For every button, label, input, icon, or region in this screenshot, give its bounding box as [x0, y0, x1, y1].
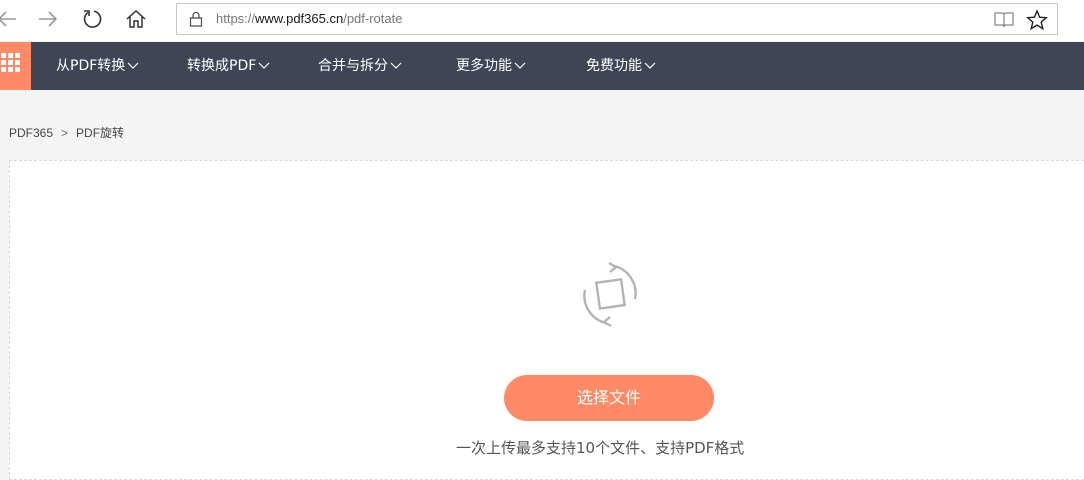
home-icon — [126, 9, 146, 28]
address-bar[interactable]: https://www.pdf365.cn/pdf-rotate — [176, 3, 1058, 35]
rotate-icon — [583, 261, 637, 328]
nav-item-label: 转换成PDF — [187, 58, 257, 74]
upload-hint: 一次上传最多支持10个文件、支持PDF格式 — [456, 439, 745, 457]
apps-menu-button[interactable] — [0, 42, 31, 90]
nav-item-label: 从PDF转换 — [56, 58, 126, 74]
chevron-down-icon — [514, 62, 526, 69]
nav-to-pdf[interactable]: 转换成PDF — [187, 42, 270, 90]
star-icon[interactable] — [1026, 9, 1048, 31]
forward-arrow-icon — [39, 11, 58, 27]
chevron-down-icon — [258, 62, 270, 69]
forward-button[interactable] — [33, 4, 63, 34]
home-button[interactable] — [121, 4, 151, 34]
nav-from-pdf[interactable]: 从PDF转换 — [56, 42, 139, 90]
nav-item-label: 免费功能 — [586, 58, 642, 74]
nav-merge-split[interactable]: 合并与拆分 — [318, 42, 402, 90]
back-button[interactable] — [0, 4, 22, 34]
breadcrumb-separator: > — [61, 126, 69, 140]
chevron-down-icon — [127, 62, 139, 69]
chevron-down-icon — [390, 62, 402, 69]
nav-more-features[interactable]: 更多功能 — [456, 42, 526, 90]
back-arrow-icon — [0, 11, 16, 27]
nav-item-label: 合并与拆分 — [318, 58, 388, 74]
browser-toolbar: https://www.pdf365.cn/pdf-rotate — [0, 0, 1084, 41]
chevron-down-icon — [644, 62, 656, 69]
upload-dropzone[interactable]: 选择文件 一次上传最多支持10个文件、支持PDF格式 — [9, 160, 1084, 480]
refresh-button[interactable] — [77, 4, 107, 34]
nav-free-features[interactable]: 免费功能 — [586, 42, 656, 90]
reading-view-icon[interactable] — [994, 11, 1014, 29]
lock-icon — [189, 11, 203, 27]
url-text: https://www.pdf365.cn/pdf-rotate — [216, 11, 403, 26]
breadcrumb: PDF365 > PDF旋转 — [9, 124, 124, 141]
nav-item-label: 更多功能 — [456, 58, 512, 74]
site-nav: 从PDF转换 转换成PDF 合并与拆分 更多功能 免费功能 — [0, 42, 1084, 90]
breadcrumb-current: PDF旋转 — [76, 126, 125, 140]
refresh-icon — [83, 10, 102, 28]
breadcrumb-home-link[interactable]: PDF365 — [9, 126, 53, 140]
choose-file-button[interactable]: 选择文件 — [504, 375, 714, 421]
